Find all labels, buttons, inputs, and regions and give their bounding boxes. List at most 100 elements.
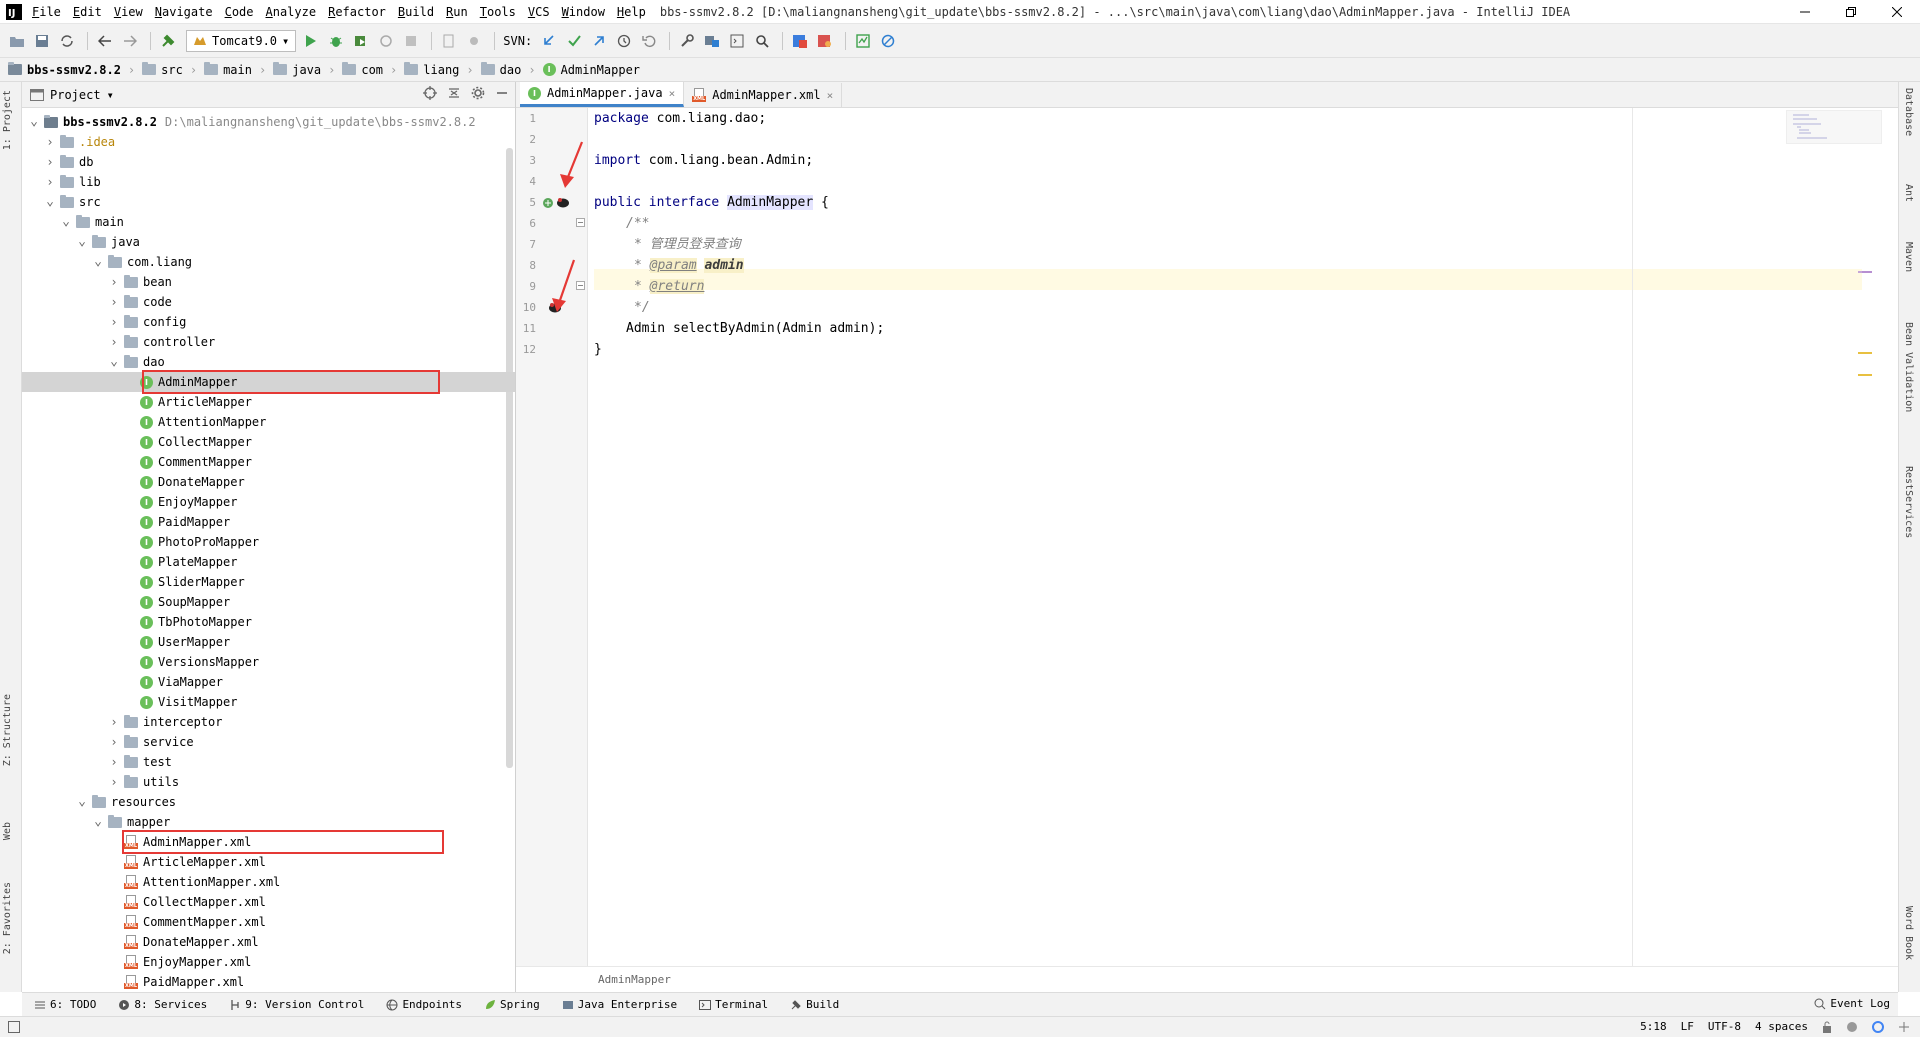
minimize-button[interactable] — [1782, 0, 1828, 24]
chevron-right-icon[interactable]: › — [108, 735, 120, 749]
tree-interface[interactable]: ›IViaMapper — [22, 672, 515, 692]
chevron-right-icon[interactable]: › — [108, 715, 120, 729]
tree-folder[interactable]: ⌄ com.liang — [22, 252, 515, 272]
favorites-tool-tab[interactable]: 2: Favorites — [2, 882, 13, 954]
editor-tab[interactable]: XML AdminMapper.xml × — [684, 83, 843, 107]
tree-folder[interactable]: ⌄ java — [22, 232, 515, 252]
editor-breadcrumb-item[interactable]: AdminMapper — [598, 973, 671, 986]
breadcrumb-item[interactable]: src — [142, 62, 183, 77]
error-stripe-mark[interactable] — [1862, 271, 1872, 273]
structure-tool-tab[interactable]: Z: Structure — [2, 694, 13, 766]
chevron-right-icon[interactable]: › — [108, 755, 120, 769]
chevron-down-icon[interactable]: ⌄ — [92, 815, 104, 828]
breadcrumb-item[interactable]: I AdminMapper — [542, 63, 640, 77]
breadcrumb-item[interactable]: com — [342, 62, 383, 77]
synchronize-button[interactable] — [56, 30, 78, 52]
menu-item-vcs[interactable]: VCS — [528, 5, 550, 19]
rest-services-tool-tab[interactable]: RestServices — [1903, 466, 1914, 538]
tree-folder[interactable]: › lib — [22, 172, 515, 192]
svn-rollback-button[interactable] — [638, 30, 660, 52]
run-configuration-select[interactable]: Tomcat9.0 ▾ — [186, 29, 297, 52]
tree-folder[interactable]: ⌄ src — [22, 192, 515, 212]
tree-folder[interactable]: ⌄ bbs-ssmv2.8.2 D:\maliangnansheng\git_upd… — [22, 112, 515, 132]
tree-folder[interactable]: › db — [22, 152, 515, 172]
tree-folder[interactable]: ⌄ resources — [22, 792, 515, 812]
breadcrumb-item[interactable]: liang — [404, 62, 459, 77]
translate-plugin-button[interactable] — [789, 30, 811, 52]
tree-xml-file[interactable]: ›XMLDonateMapper.xml — [22, 932, 515, 952]
tree-interface[interactable]: ›IPlateMapper — [22, 552, 515, 572]
settings-wrench-button[interactable] — [676, 30, 698, 52]
tool-window-endpoints[interactable]: Endpoints — [386, 998, 462, 1011]
tree-xml-file[interactable]: ›XMLCollectMapper.xml — [22, 892, 515, 912]
menu-item-navigate[interactable]: Navigate — [155, 5, 213, 19]
tree-interface[interactable]: ›IAttentionMapper — [22, 412, 515, 432]
chevron-right-icon[interactable]: › — [44, 155, 56, 169]
word-book-tool-tab[interactable]: Word Book — [1903, 906, 1914, 960]
run-with-coverage-button[interactable] — [350, 30, 372, 52]
tree-interface[interactable]: ›IArticleMapper — [22, 392, 515, 412]
breadcrumb-item[interactable]: java — [273, 62, 321, 77]
tree-interface[interactable]: ›IPhotoProMapper — [22, 532, 515, 552]
project-view-label[interactable]: Project — [50, 88, 101, 102]
tree-xml-file[interactable]: ›XMLAttentionMapper.xml — [22, 872, 515, 892]
tree-xml-file[interactable]: ›XMLEnjoyMapper.xml — [22, 952, 515, 972]
menu-item-code[interactable]: Code — [225, 5, 254, 19]
tree-interface[interactable]: ›IVersionsMapper — [22, 652, 515, 672]
tree-folder[interactable]: ⌄ dao — [22, 352, 515, 372]
menu-item-window[interactable]: Window — [562, 5, 605, 19]
chevron-right-icon[interactable]: › — [108, 775, 120, 789]
tool-window-terminal[interactable]: Terminal — [699, 998, 768, 1011]
close-window-button[interactable] — [1874, 0, 1920, 24]
chevron-down-icon[interactable]: ▾ — [107, 88, 114, 102]
line-separator[interactable]: LF — [1681, 1020, 1694, 1033]
chevron-down-icon[interactable]: ⌄ — [44, 195, 56, 208]
restore-button[interactable] — [1828, 0, 1874, 24]
warning-stripe-mark[interactable] — [1858, 352, 1872, 354]
save-all-button[interactable] — [31, 30, 53, 52]
code-minimap[interactable] — [1786, 110, 1882, 144]
inspector-icon[interactable] — [1846, 1021, 1858, 1033]
tree-folder[interactable]: ⌄ main — [22, 212, 515, 232]
menu-item-view[interactable]: View — [114, 5, 143, 19]
gear-icon[interactable] — [471, 86, 485, 100]
breadcrumb-item[interactable]: bbs-ssmv2.8.2 — [8, 62, 121, 77]
menu-item-tools[interactable]: Tools — [480, 5, 516, 19]
bean-validation-tool-tab[interactable]: Bean Validation — [1903, 322, 1914, 412]
chevron-right-icon[interactable]: › — [44, 175, 56, 189]
tree-interface[interactable]: ›ISoupMapper — [22, 592, 515, 612]
tree-folder[interactable]: › controller — [22, 332, 515, 352]
fold-icon[interactable] — [576, 218, 585, 227]
tree-interface[interactable]: ›ITbPhotoMapper — [22, 612, 515, 632]
tree-interface[interactable]: ›IUserMapper — [22, 632, 515, 652]
tree-interface[interactable]: ›IVisitMapper — [22, 692, 515, 712]
lock-icon[interactable] — [1822, 1021, 1832, 1033]
tool-window-version-control[interactable]: 9: Version Control — [229, 998, 364, 1011]
close-icon[interactable]: × — [827, 89, 834, 102]
editor-tab[interactable]: I AdminMapper.java × — [520, 82, 685, 107]
status-layout-icon[interactable] — [8, 1021, 20, 1033]
tree-xml-file[interactable]: ›XMLArticleMapper.xml — [22, 852, 515, 872]
menu-item-analyze[interactable]: Analyze — [266, 5, 317, 19]
svn-commit-button[interactable] — [563, 30, 585, 52]
tree-folder[interactable]: › test — [22, 752, 515, 772]
chevron-down-icon[interactable]: ⌄ — [60, 215, 72, 228]
project-tool-tab[interactable]: 1: Project — [2, 90, 13, 150]
mybatis-plugin-button[interactable] — [814, 30, 836, 52]
svn-update-button[interactable] — [538, 30, 560, 52]
implemented-marker-icon[interactable] — [542, 197, 554, 209]
tree-folder[interactable]: › service — [22, 732, 515, 752]
chevron-down-icon[interactable]: ⌄ — [76, 235, 88, 248]
tree-folder[interactable]: › config — [22, 312, 515, 332]
chevron-down-icon[interactable]: ⌄ — [108, 355, 120, 368]
tree-interface[interactable]: ›ISliderMapper — [22, 572, 515, 592]
chevron-down-icon[interactable]: ⌄ — [76, 795, 88, 808]
menu-item-file[interactable]: File — [32, 5, 61, 19]
chevron-down-icon[interactable]: ⌄ — [28, 115, 40, 128]
tree-folder[interactable]: ⌄ mapper — [22, 812, 515, 832]
close-icon[interactable]: × — [669, 87, 676, 100]
tree-interface[interactable]: ›IDonateMapper — [22, 472, 515, 492]
tool-window-build[interactable]: Build — [790, 998, 839, 1011]
chevron-right-icon[interactable]: › — [108, 335, 120, 349]
tool-window-services[interactable]: 8: Services — [118, 998, 207, 1011]
